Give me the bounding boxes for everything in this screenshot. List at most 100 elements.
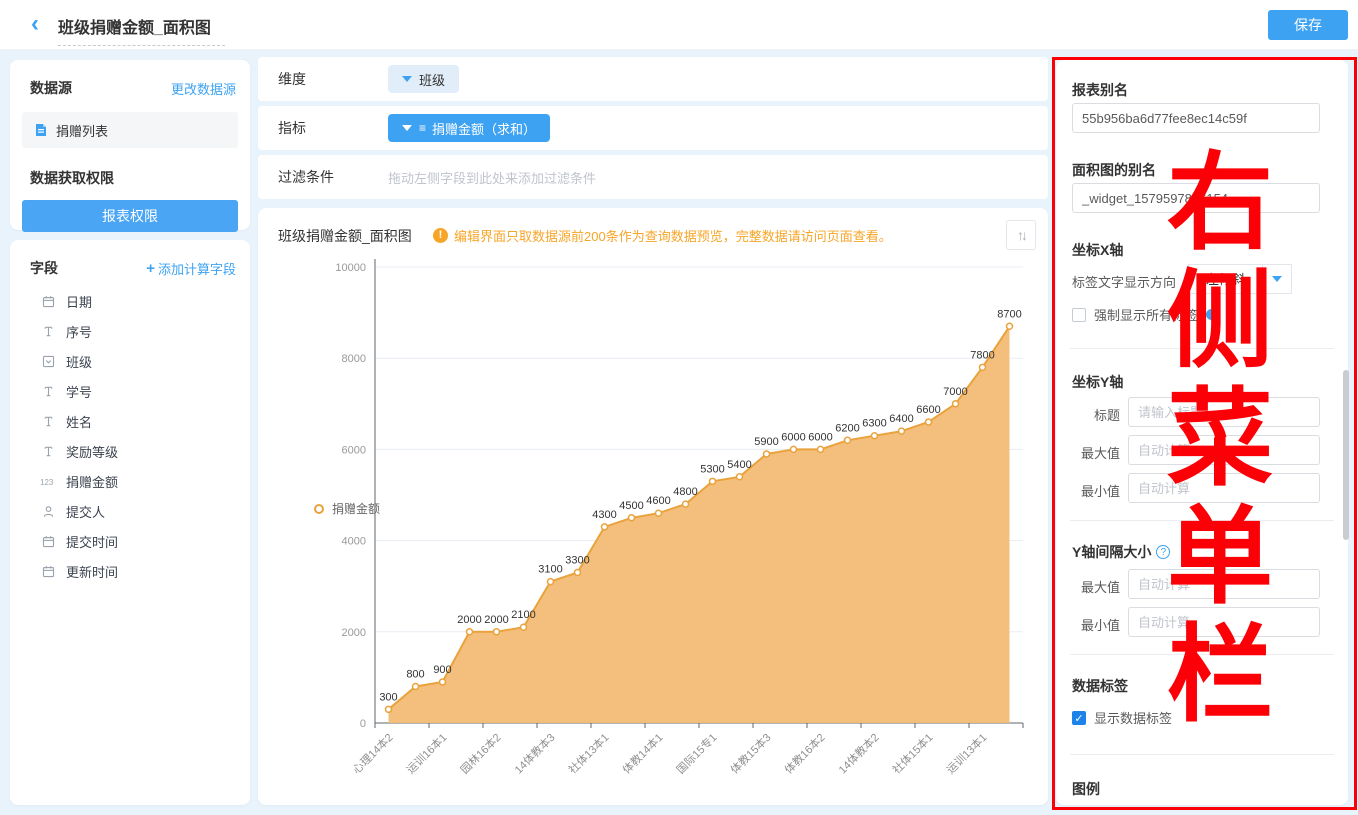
svg-text:6000: 6000 [781, 431, 805, 443]
interval-max-input[interactable] [1128, 569, 1320, 599]
field-item[interactable]: 日期 [10, 286, 250, 316]
top-header: ‹ 班级捐赠金额_面积图 保存 [0, 0, 1358, 50]
change-datasource-link[interactable]: 更改数据源 [171, 79, 236, 98]
svg-text:6400: 6400 [889, 413, 913, 425]
aggregate-icon: ≡ [419, 121, 425, 135]
filter-row[interactable]: 过滤条件 拖动左侧字段到此处来添加过滤条件 [258, 155, 1048, 199]
svg-text:123: 123 [40, 477, 54, 486]
calendar-icon [40, 295, 57, 308]
area-alias-input[interactable] [1072, 183, 1320, 213]
field-item[interactable]: 序号 [10, 316, 250, 346]
svg-text:园林16本2: 园林16本2 [457, 730, 503, 776]
svg-text:6200: 6200 [835, 422, 859, 434]
back-icon[interactable]: ‹ [22, 12, 48, 38]
svg-text:6300: 6300 [862, 418, 886, 430]
datasource-title: 数据源 [30, 78, 72, 98]
legend-section-title: 图例 [1072, 779, 1100, 799]
y-min-label: 最小值 [1072, 481, 1120, 500]
svg-text:6000: 6000 [808, 431, 832, 443]
svg-text:国际15专1: 国际15专1 [673, 730, 719, 776]
field-item[interactable]: 班级 [10, 346, 250, 376]
text-icon [40, 325, 57, 338]
svg-text:3100: 3100 [538, 564, 562, 576]
y-title-input[interactable] [1128, 397, 1320, 427]
report-editor-page: ‹ 班级捐赠金额_面积图 保存 数据源 更改数据源 捐赠列表 数据获取权限 报表… [0, 0, 1358, 815]
warning-icon: ! [433, 228, 448, 243]
y-min-input[interactable] [1128, 473, 1320, 503]
svg-text:900: 900 [433, 664, 451, 676]
checkbox-checked-icon: ✓ [1072, 711, 1086, 725]
report-alias-input[interactable] [1072, 103, 1320, 133]
filter-dropzone-placeholder: 拖动左侧字段到此处来添加过滤条件 [388, 168, 596, 187]
svg-text:运训16本1: 运训16本1 [403, 730, 449, 776]
text-icon [40, 415, 57, 428]
y-max-input[interactable] [1128, 435, 1320, 465]
legend-marker-icon [314, 504, 324, 514]
interval-min-input[interactable] [1128, 607, 1320, 637]
field-item[interactable]: 学号 [10, 376, 250, 406]
datasource-item[interactable]: 捐赠列表 [22, 112, 238, 148]
svg-text:800: 800 [406, 669, 424, 681]
chart-legend-item[interactable]: 捐赠金额 [314, 500, 380, 517]
fields-title: 字段 [30, 258, 58, 278]
svg-text:4600: 4600 [646, 495, 670, 507]
settings-scrollbar[interactable] [1343, 370, 1349, 540]
svg-text:6600: 6600 [916, 404, 940, 416]
metric-pill[interactable]: ≡ 捐赠金额（求和） [388, 114, 550, 142]
svg-text:8700: 8700 [997, 308, 1021, 320]
add-calc-field-link[interactable]: +添加计算字段 [146, 259, 236, 278]
interval-min-label: 最小值 [1072, 615, 1120, 634]
help-icon[interactable]: ? [1156, 545, 1170, 559]
field-item[interactable]: 更新时间 [10, 556, 250, 586]
data-label-section-title: 数据标签 [1072, 676, 1128, 696]
checkbox-unchecked-icon [1072, 308, 1086, 322]
dimension-pill[interactable]: 班级 [388, 65, 459, 93]
metric-row: 指标 ≡ 捐赠金额（求和） [258, 106, 1048, 150]
datasource-panel: 数据源 更改数据源 捐赠列表 数据获取权限 报表权限 [10, 60, 250, 230]
page-title[interactable]: 班级捐赠金额_面积图 [58, 14, 225, 46]
field-label: 提交时间 [66, 532, 118, 551]
field-item[interactable]: 姓名 [10, 406, 250, 436]
force-show-labels-checkbox[interactable]: 强制显示所有标签 [1072, 305, 1217, 324]
svg-text:14体教本2: 14体教本2 [835, 730, 881, 776]
y-interval-section-title: Y轴间隔大小? [1072, 542, 1170, 562]
y-max-label: 最大值 [1072, 443, 1120, 462]
field-label: 提交人 [66, 502, 105, 521]
show-data-label-checkbox[interactable]: ✓ 显示数据标签 [1072, 708, 1172, 727]
save-button[interactable]: 保存 [1268, 10, 1348, 40]
divider [1070, 520, 1334, 521]
filter-label: 过滤条件 [258, 167, 388, 187]
warning-text: 编辑界面只取数据源前200条作为查询数据预览，完整数据请访问页面查看。 [454, 226, 892, 245]
field-label: 班级 [66, 352, 92, 371]
field-item[interactable]: 奖励等级 [10, 436, 250, 466]
fields-panel: 字段 +添加计算字段 日期序号班级学号姓名奖励等级 123捐赠金额提交人提交时间更… [10, 240, 250, 805]
field-item[interactable]: 提交时间 [10, 526, 250, 556]
svg-text:社体13本1: 社体13本1 [565, 730, 611, 776]
svg-text:社体15本1: 社体15本1 [889, 730, 935, 776]
report-alias-title: 报表别名 [1072, 80, 1128, 100]
chevron-down-icon [1262, 264, 1292, 294]
report-permission-button[interactable]: 报表权限 [22, 200, 238, 232]
person-icon [40, 505, 57, 518]
svg-text:体教16本2: 体教16本2 [781, 730, 827, 776]
area-chart[interactable]: 0200040006000800010000300800900200020002… [258, 248, 1048, 805]
sort-toggle-button[interactable]: ↑↓ [1006, 220, 1036, 250]
svg-text:300: 300 [379, 691, 397, 703]
svg-text:4000: 4000 [342, 536, 366, 548]
divider [1070, 348, 1334, 349]
label-direction-value: 左倾斜 [1188, 264, 1262, 294]
svg-text:14体教本3: 14体教本3 [511, 730, 557, 776]
field-label: 奖励等级 [66, 442, 118, 461]
area-alias-title: 面积图的别名 [1072, 160, 1156, 180]
field-label: 学号 [66, 382, 92, 401]
svg-text:10000: 10000 [335, 262, 366, 274]
info-icon[interactable] [1206, 309, 1217, 320]
field-item[interactable]: 123捐赠金额 [10, 466, 250, 496]
svg-text:运训13本1: 运训13本1 [943, 730, 989, 776]
label-direction-select[interactable]: 左倾斜 [1188, 264, 1292, 294]
field-item[interactable]: 提交人 [10, 496, 250, 526]
plus-icon: + [146, 260, 155, 277]
svg-text:体教15本3: 体教15本3 [727, 730, 773, 776]
y-axis-section-title: 坐标Y轴 [1072, 372, 1123, 392]
svg-text:7800: 7800 [970, 349, 994, 361]
